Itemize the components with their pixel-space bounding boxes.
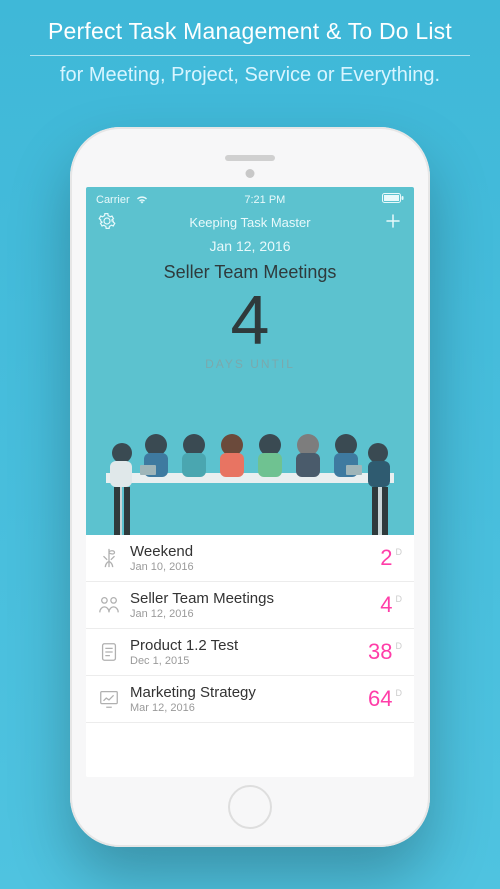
list-item[interactable]: Weekend Jan 10, 2016 2D bbox=[86, 535, 414, 582]
add-button[interactable] bbox=[384, 212, 402, 233]
weekend-icon bbox=[98, 547, 120, 569]
phone-speaker bbox=[225, 155, 275, 161]
hero-panel: Carrier 7:21 PM Keeping Task Master Jan … bbox=[86, 187, 414, 535]
hero-event-title: Seller Team Meetings bbox=[86, 262, 414, 283]
task-title: Weekend bbox=[130, 543, 380, 560]
wifi-icon bbox=[136, 195, 148, 204]
task-days: 2D bbox=[380, 545, 402, 571]
task-title: Seller Team Meetings bbox=[130, 590, 380, 607]
list-item[interactable]: Marketing Strategy Mar 12, 2016 64D bbox=[86, 676, 414, 723]
list-item[interactable]: Product 1.2 Test Dec 1, 2015 38D bbox=[86, 629, 414, 676]
battery-icon bbox=[382, 193, 404, 206]
people-icon bbox=[98, 594, 120, 616]
task-title: Product 1.2 Test bbox=[130, 637, 368, 654]
document-icon bbox=[98, 641, 120, 663]
home-button[interactable] bbox=[228, 785, 272, 829]
task-title: Marketing Strategy bbox=[130, 684, 368, 701]
hero-date: Jan 12, 2016 bbox=[86, 238, 414, 254]
app-bar: Keeping Task Master bbox=[86, 208, 414, 236]
countdown-number: 4 bbox=[86, 285, 414, 355]
phone-frame: Carrier 7:21 PM Keeping Task Master Jan … bbox=[70, 127, 430, 847]
task-date: Dec 1, 2015 bbox=[130, 655, 368, 667]
gear-icon bbox=[98, 212, 116, 230]
settings-button[interactable] bbox=[98, 212, 116, 233]
promo-subtitle: for Meeting, Project, Service or Everyth… bbox=[8, 64, 492, 87]
promo-title: Perfect Task Management & To Do List bbox=[8, 18, 492, 45]
screen: Carrier 7:21 PM Keeping Task Master Jan … bbox=[86, 187, 414, 777]
status-carrier: Carrier bbox=[96, 194, 148, 206]
chart-icon bbox=[98, 688, 120, 710]
task-date: Jan 12, 2016 bbox=[130, 608, 380, 620]
status-time: 7:21 PM bbox=[244, 194, 285, 206]
task-date: Jan 10, 2016 bbox=[130, 561, 380, 573]
task-days: 64D bbox=[368, 686, 402, 712]
promo-header: Perfect Task Management & To Do List for… bbox=[0, 0, 500, 99]
task-days: 38D bbox=[368, 639, 402, 665]
status-bar: Carrier 7:21 PM bbox=[86, 187, 414, 208]
page-title: Keeping Task Master bbox=[189, 215, 310, 230]
meeting-illustration bbox=[86, 395, 414, 535]
countdown-label: DAYS UNTIL bbox=[86, 357, 414, 371]
task-date: Mar 12, 2016 bbox=[130, 702, 368, 714]
plus-icon bbox=[384, 212, 402, 230]
divider bbox=[30, 55, 470, 56]
phone-camera bbox=[246, 169, 255, 178]
task-list[interactable]: Weekend Jan 10, 2016 2D Seller Team Meet… bbox=[86, 535, 414, 777]
list-item[interactable]: Seller Team Meetings Jan 12, 2016 4D bbox=[86, 582, 414, 629]
task-days: 4D bbox=[380, 592, 402, 618]
